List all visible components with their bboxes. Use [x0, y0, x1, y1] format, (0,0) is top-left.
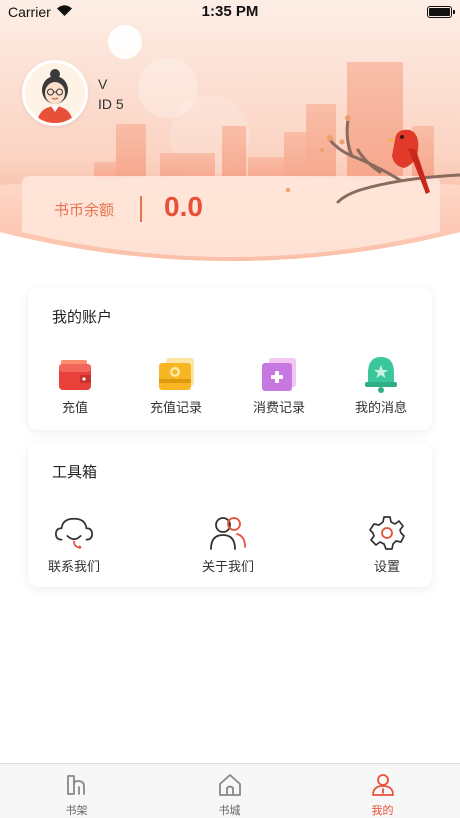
consume-record-icon: [259, 354, 299, 394]
consume-record-label: 消费记录: [253, 401, 306, 416]
tab-bookstore-label: 书城: [218, 804, 241, 817]
user-id: ID 5: [98, 96, 124, 112]
header-background: [0, 0, 460, 265]
tab-bookshelf[interactable]: 书架: [0, 764, 153, 818]
customer-service-icon: [54, 513, 94, 553]
recharge-record-label: 充值记录: [150, 401, 203, 416]
balance-divider: [140, 196, 142, 222]
tab-bar: 书架 书城 我的: [0, 763, 460, 818]
gear-icon: [367, 513, 407, 553]
my-messages-label: 我的消息: [355, 401, 408, 416]
recharge-record-button[interactable]: 充值记录: [150, 354, 202, 416]
about-us-label: 关于我们: [202, 560, 255, 575]
contact-us-button[interactable]: 联系我们: [48, 513, 100, 575]
status-bar: Carrier 1:35 PM: [0, 0, 460, 24]
tools-card: 工具箱 联系我们 关于我们 设置: [28, 443, 432, 587]
tab-bookshelf-label: 书架: [65, 804, 88, 817]
balance-value: 0.0: [164, 191, 203, 222]
account-section-title: 我的账户: [52, 308, 113, 326]
avatar-illustration: [25, 63, 85, 123]
bookshelf-icon: [64, 772, 90, 798]
settings-button[interactable]: 设置: [367, 513, 407, 575]
about-us-icon: [208, 513, 248, 553]
recharge-record-icon: [156, 354, 196, 394]
wallet-icon: [55, 354, 95, 394]
battery-icon: [427, 6, 455, 18]
user-name: V: [98, 76, 108, 92]
profile-header: [0, 0, 460, 265]
bell-icon: [361, 354, 401, 394]
balance-label: 书币余额: [54, 201, 115, 219]
avatar[interactable]: [22, 60, 88, 126]
tools-section-title: 工具箱: [52, 463, 98, 481]
recharge-label: 充值: [61, 401, 88, 416]
my-messages-button[interactable]: 我的消息: [355, 354, 407, 416]
profile-icon: [370, 772, 396, 798]
recharge-button[interactable]: 充值: [55, 354, 95, 416]
clock-time: 1:35 PM: [201, 3, 259, 20]
tab-bookstore[interactable]: 书城: [153, 764, 306, 818]
contact-us-label: 联系我们: [48, 560, 101, 575]
account-card: 我的账户 充值 充值记录 消费记录 我的消息: [28, 288, 432, 430]
tab-profile[interactable]: 我的: [306, 764, 459, 818]
tab-profile-label: 我的: [371, 804, 394, 817]
home-icon: [217, 772, 243, 798]
settings-label: 设置: [373, 560, 400, 575]
consume-record-button[interactable]: 消费记录: [253, 354, 305, 416]
about-us-button[interactable]: 关于我们: [202, 513, 254, 575]
